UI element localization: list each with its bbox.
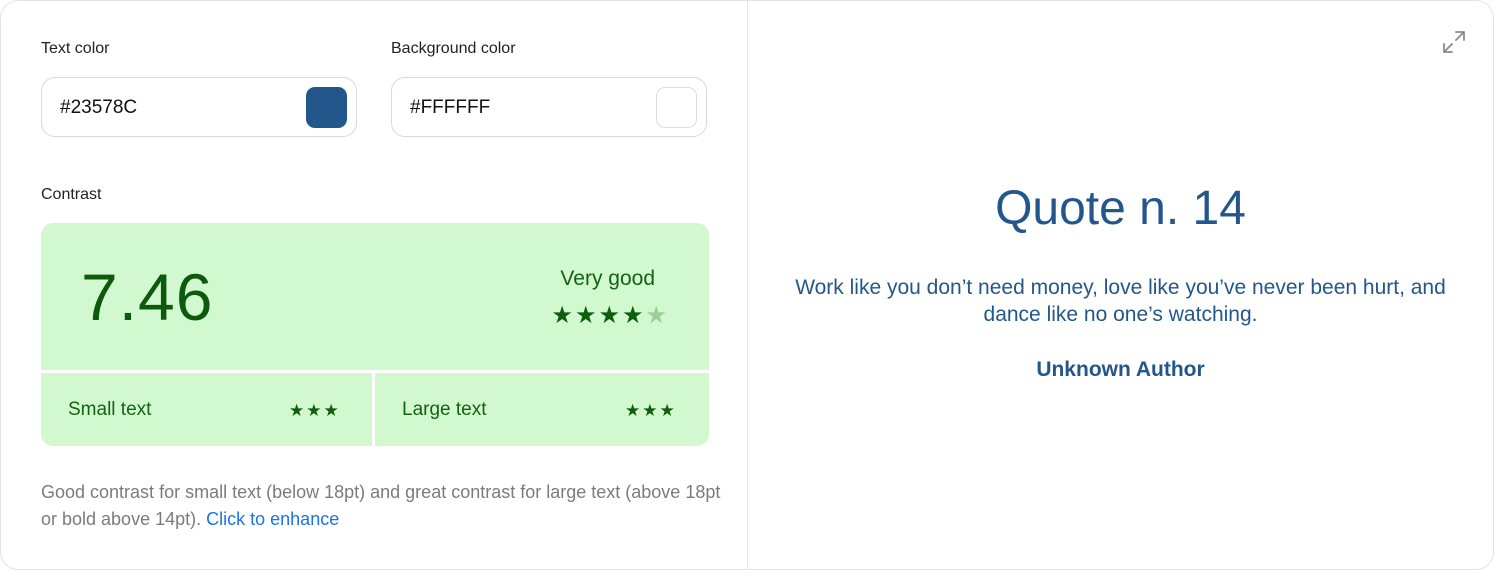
text-color-swatch[interactable]: [306, 87, 347, 128]
large-text-stars: ★★★: [625, 401, 677, 421]
panel-divider: [372, 373, 375, 446]
text-color-field[interactable]: [41, 77, 357, 137]
star-icon: ★: [574, 302, 599, 329]
enhance-link[interactable]: Click to enhance: [206, 509, 339, 529]
star-icon: ★: [323, 401, 341, 420]
quote-text: Work like you don’t need money, love lik…: [795, 276, 1446, 326]
background-color-field[interactable]: [391, 77, 707, 137]
star-icon: ★: [306, 401, 324, 420]
text-color-label: Text color: [41, 40, 110, 57]
panel-divider: [41, 370, 709, 373]
text-color-input[interactable]: [60, 94, 290, 122]
quote-title: Quote n. 14: [995, 182, 1246, 235]
quote-author: Unknown Author: [1036, 358, 1205, 381]
contrast-label: Contrast: [41, 186, 102, 203]
background-color-swatch[interactable]: [656, 87, 697, 128]
star-icon: ★: [551, 302, 575, 329]
star-icon: ★: [659, 401, 677, 420]
contrast-note-text: Good contrast for small text (below 18pt…: [41, 482, 721, 529]
contrast-result-panel: 7.46 Very good ★★★★★ Small text ★★★ Larg…: [41, 223, 709, 446]
star-icon: ★: [289, 401, 307, 420]
expand-icon[interactable]: [1441, 29, 1467, 55]
star-icon: ★: [642, 401, 660, 420]
small-text-label: Small text: [68, 399, 152, 420]
star-icon: ★: [621, 302, 646, 329]
background-color-label: Background color: [391, 40, 516, 57]
overall-rating-stars: ★★★★★: [551, 301, 669, 330]
star-empty-icon: ★: [645, 302, 669, 329]
background-color-input[interactable]: [410, 94, 640, 122]
contrast-ratio: 7.46: [81, 260, 214, 334]
controls-panel: Text color Background color Contrast 7.4…: [1, 1, 748, 569]
preview-panel: Quote n. 14 Work like you don’t need mon…: [748, 1, 1493, 569]
contrast-checker-card: Text color Background color Contrast 7.4…: [0, 0, 1494, 570]
contrast-note: Good contrast for small text (below 18pt…: [41, 479, 721, 533]
star-icon: ★: [625, 401, 643, 420]
large-text-label: Large text: [402, 399, 487, 420]
star-icon: ★: [598, 302, 622, 329]
small-text-stars: ★★★: [289, 401, 341, 421]
contrast-rating: Very good: [560, 267, 655, 290]
